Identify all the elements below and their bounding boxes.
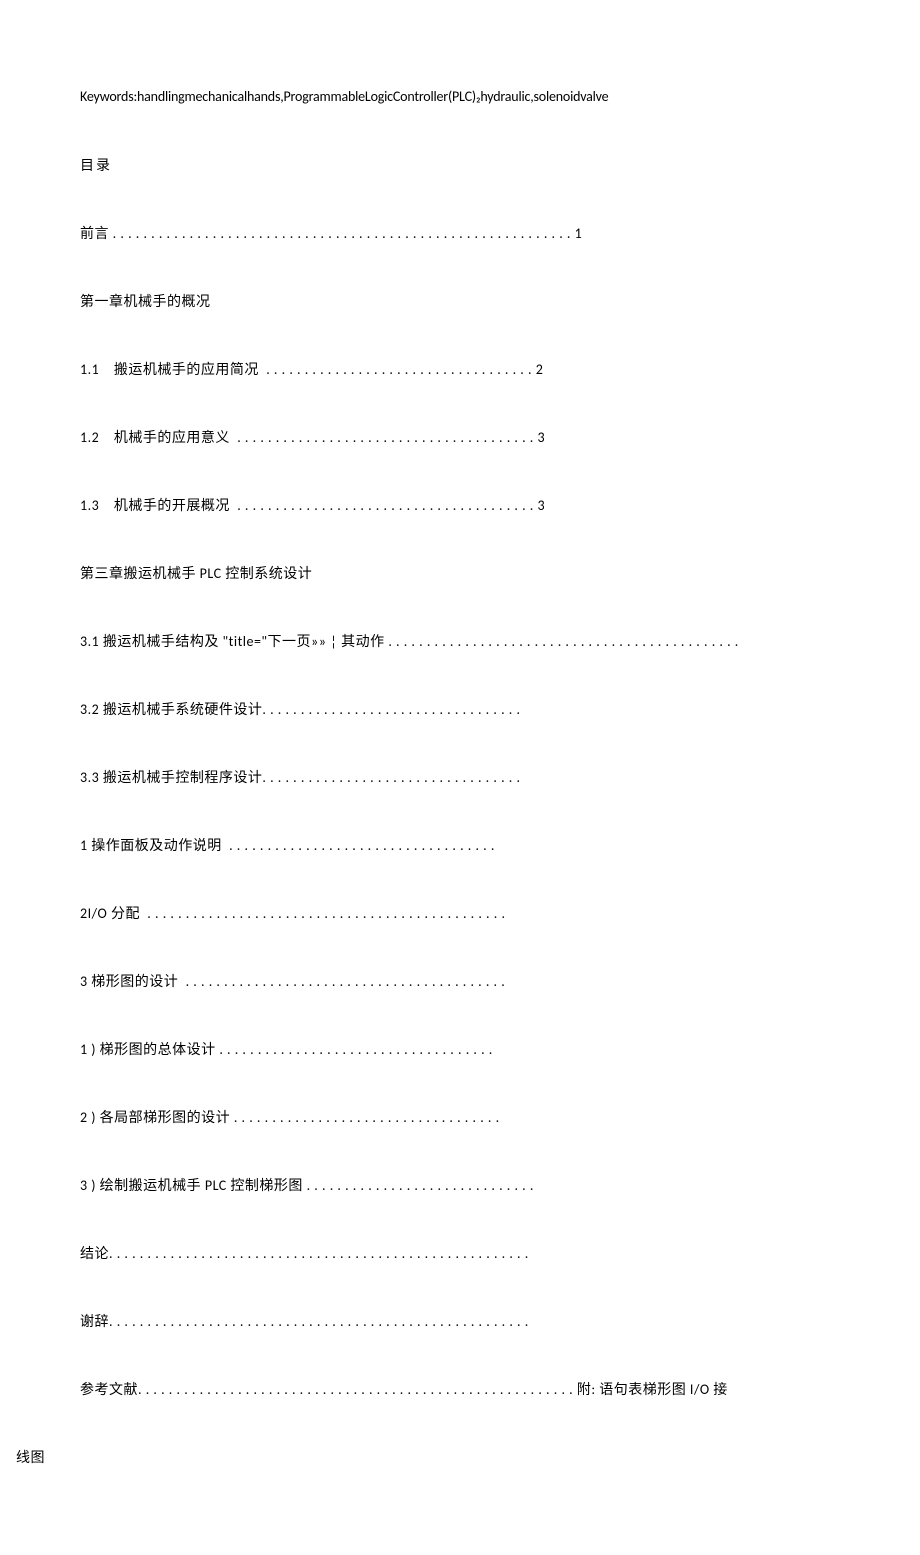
toc-entry: 1.2 机械手的应用意义 . . . . . . . . . . . . . .…	[80, 427, 840, 447]
toc-entry: 3.3 搬运机械手控制程序设计. . . . . . . . . . . . .…	[80, 767, 840, 787]
toc-chapter-heading: 第三章搬运机械手 PLC 控制系统设计	[80, 563, 840, 583]
toc-entry: 3 ) 绘制搬运机械手 PLC 控制梯形图 . . . . . . . . . …	[80, 1175, 840, 1195]
toc-entry: 3.1 搬运机械手结构及 "title="下一页»» ¦ 其动作 . . . .…	[80, 631, 840, 651]
toc-entry: 结论. . . . . . . . . . . . . . . . . . . …	[80, 1243, 840, 1263]
toc-entry: 2 ) 各局部梯形图的设计 . . . . . . . . . . . . . …	[80, 1107, 840, 1127]
toc-entry: 前言 . . . . . . . . . . . . . . . . . . .…	[80, 223, 840, 243]
toc-entry: 1 ) 梯形图的总体设计 . . . . . . . . . . . . . .…	[80, 1039, 840, 1059]
toc-entry: 参考文献. . . . . . . . . . . . . . . . . . …	[80, 1379, 840, 1399]
toc-entry: 2I/O 分配 . . . . . . . . . . . . . . . . …	[80, 903, 840, 923]
toc-entry: 1 操作面板及动作说明 . . . . . . . . . . . . . . …	[80, 835, 840, 855]
keywords-line: Keywords:handlingmechanicalhands,Program…	[80, 88, 840, 105]
toc-entry: 1.1 搬运机械手的应用简况 . . . . . . . . . . . . .…	[80, 359, 840, 379]
toc-title: 目录	[80, 155, 840, 175]
toc-entry: 1.3 机械手的开展概况 . . . . . . . . . . . . . .…	[80, 495, 840, 515]
toc-entry: 谢辞. . . . . . . . . . . . . . . . . . . …	[80, 1311, 840, 1331]
toc-continuation: 线图	[16, 1447, 840, 1467]
toc-entry: 3 梯形图的设计 . . . . . . . . . . . . . . . .…	[80, 971, 840, 991]
toc-entry: 3.2 搬运机械手系统硬件设计. . . . . . . . . . . . .…	[80, 699, 840, 719]
document-page: Keywords:handlingmechanicalhands,Program…	[0, 0, 920, 1555]
toc-chapter-heading: 第一章机械手的概况	[80, 291, 840, 311]
